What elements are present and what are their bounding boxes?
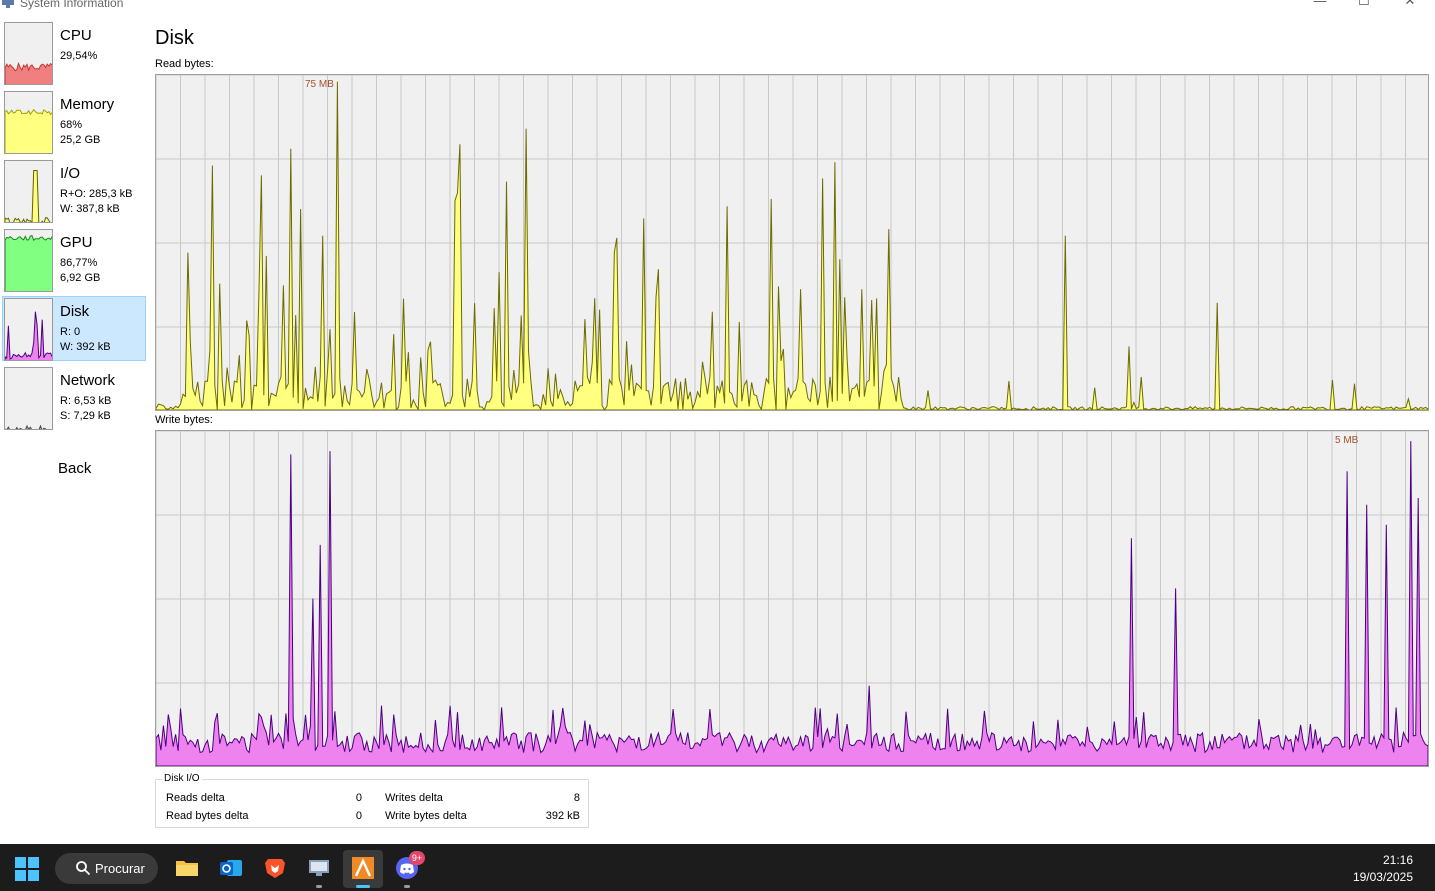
system-information-window: System Information — ☐ ✕ CPU 29,54% Memo… [0, 0, 1435, 844]
graph-grid [156, 75, 1428, 410]
search-label: Procurar [95, 861, 145, 876]
sidebar-item-title: Disk [60, 303, 90, 320]
system-info-icon [309, 860, 329, 876]
taskbar: Procurar 9+ 21:16 19/03/2025 [0, 844, 1435, 891]
folder-icon [176, 861, 198, 876]
reads-delta-value: 0 [355, 792, 362, 804]
write-bytes-delta-label: Write bytes delta [385, 810, 467, 822]
reads-delta-label: Reads delta [166, 792, 225, 804]
clock-time[interactable]: 21:16 [1383, 853, 1413, 867]
memory-thumbnail-graph [4, 91, 53, 154]
writes-delta-value: 8 [573, 792, 580, 804]
sidebar-item-disk[interactable]: Disk R: 0 W: 392 kB [2, 296, 146, 361]
sidebar-item-value-2: W: 392 kB [60, 341, 111, 353]
taskbar-active-app[interactable] [343, 850, 383, 888]
search-icon [76, 861, 91, 876]
cpu-thumbnail-graph [4, 22, 53, 85]
write-bytes-label: Write bytes: [155, 414, 213, 426]
clock-date[interactable]: 19/03/2025 [1353, 870, 1413, 884]
brave-lion-icon [265, 859, 285, 878]
sidebar-item-value: 68% [60, 119, 83, 131]
disk-io-legend: Disk I/O [162, 773, 202, 784]
taskbar-search[interactable]: Procurar [55, 853, 158, 884]
page-title: Disk [155, 27, 194, 49]
thumbnail-trace [5, 235, 52, 291]
windows-start-icon[interactable] [14, 856, 40, 882]
read-bytes-trace [156, 81, 1428, 410]
thumbnail-trace [5, 108, 52, 153]
gpu-thumbnail-graph [4, 229, 53, 292]
sidebar-item-value-2: 25,2 GB [60, 134, 101, 146]
thumbnail-trace [5, 170, 51, 222]
write-bytes-delta-value: 392 kB [545, 810, 580, 822]
read-bytes-delta-label: Read bytes delta [166, 810, 249, 822]
sidebar-item-value: R+O: 285,3 kB [60, 188, 133, 200]
sidebar-item-gpu[interactable]: GPU 86,77% 6,92 GB [2, 227, 146, 292]
taskbar-file-explorer[interactable] [167, 850, 207, 888]
disk-io-group: Disk I/O Reads delta 0 Read bytes delta … [155, 773, 589, 828]
sidebar-item-value-2: 6,92 GB [60, 272, 101, 284]
graph-grid [156, 431, 1428, 766]
sidebar-item-value: R: 6,53 kB [60, 395, 112, 407]
maximize-button[interactable]: ☐ [1344, 0, 1384, 10]
write-bytes-trace [156, 441, 1428, 766]
sidebar-item-title: I/O [60, 165, 81, 182]
taskbar-discord[interactable]: 9+ [387, 850, 427, 888]
taskbar-outlook[interactable] [211, 850, 251, 888]
taskbar-system-info[interactable] [299, 850, 339, 888]
sidebar-item-value: R: 0 [60, 326, 81, 338]
taskbar-brave[interactable] [255, 850, 295, 888]
writes-delta-label: Writes delta [385, 792, 443, 804]
thumbnail-trace [5, 424, 47, 429]
sidebar-item-title: Memory [60, 96, 115, 113]
sidebar-item-io[interactable]: I/O R+O: 285,3 kB W: 387,8 kB [2, 158, 146, 223]
read-peak-label: 75 MB [305, 79, 334, 90]
outlook-icon [220, 860, 242, 876]
thumbnail-trace [5, 311, 52, 360]
read-bytes-label: Read bytes: [155, 58, 214, 70]
thumbnail-trace [5, 61, 52, 84]
sidebar-item-network[interactable]: Network R: 6,53 kB S: 7,29 kB [2, 365, 146, 430]
sidebar-item-value: 29,54% [60, 50, 98, 62]
write-bytes-graph: 5 MB [155, 430, 1429, 767]
minimize-button[interactable]: — [1300, 0, 1340, 10]
sidebar-item-title: CPU [60, 27, 92, 44]
notification-badge: 9+ [409, 851, 425, 865]
sidebar-item-value-2: W: 387,8 kB [60, 203, 120, 215]
read-bytes-graph: 75 MB [155, 74, 1429, 411]
sidebar-item-title: GPU [60, 234, 93, 251]
active-indicator [356, 885, 370, 888]
close-button[interactable]: ✕ [1390, 0, 1430, 10]
network-thumbnail-graph [4, 367, 53, 430]
title-bar: System Information — ☐ ✕ [0, 0, 1435, 12]
sidebar-item-value-2: S: 7,29 kB [60, 410, 111, 422]
write-peak-label: 5 MB [1335, 435, 1359, 446]
running-indicator [316, 885, 322, 888]
system-info-app-icon [2, 0, 14, 8]
running-indicator [404, 885, 410, 888]
sidebar-item-title: Network [60, 372, 116, 389]
disk-thumbnail-graph [4, 298, 53, 361]
window-title: System Information [20, 0, 124, 10]
io-thumbnail-graph [4, 160, 53, 223]
read-bytes-delta-value: 0 [355, 810, 362, 822]
sidebar-item-memory[interactable]: Memory 68% 25,2 GB [2, 89, 146, 154]
sidebar-item-value: 86,77% [60, 257, 98, 269]
sidebar-item-cpu[interactable]: CPU 29,54% [2, 20, 146, 85]
back-button[interactable]: Back [58, 460, 91, 477]
active-app-icon [352, 857, 374, 879]
